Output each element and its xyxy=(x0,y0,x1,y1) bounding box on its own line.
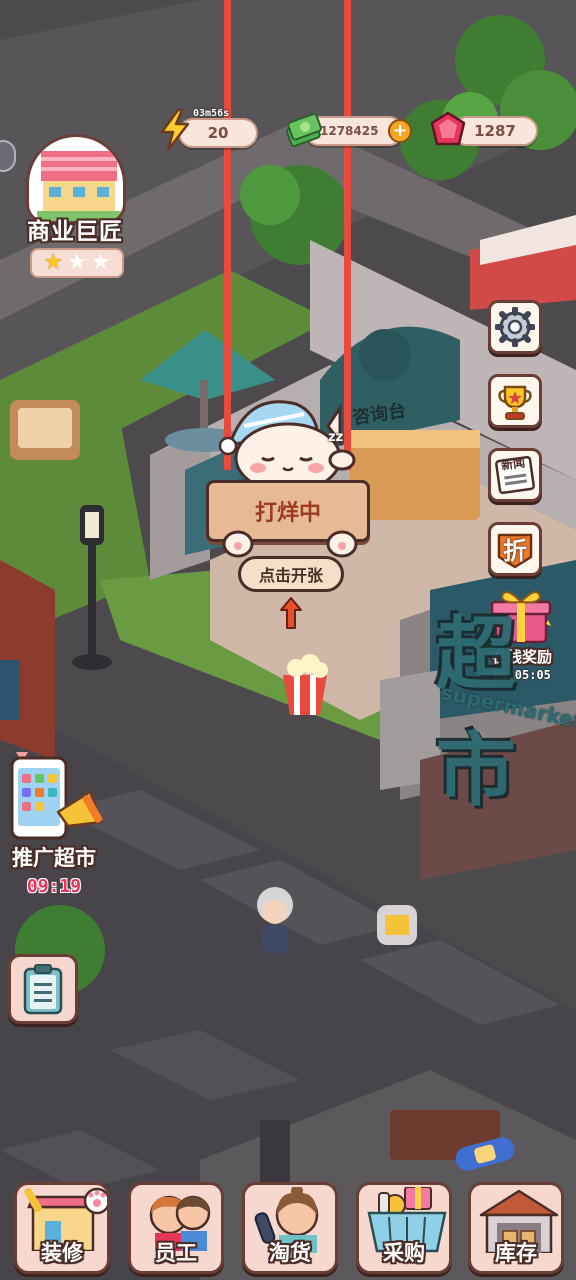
department-store-icon xyxy=(37,151,121,221)
settings-button[interactable] xyxy=(488,300,542,354)
star-rating: ★ ★ ★ xyxy=(30,248,124,278)
cash-value: 1278425 xyxy=(320,124,379,138)
promote-timer: 09:19 xyxy=(26,876,82,897)
star-filled-icon: ★ xyxy=(43,250,64,275)
bottom-nav-inventory[interactable]: 库存 xyxy=(468,1182,564,1274)
bottom-nav-decorate[interactable]: 装修 xyxy=(14,1182,110,1274)
trophy-button[interactable] xyxy=(488,374,542,428)
open-store-button[interactable]: 点击开张 xyxy=(238,556,344,592)
discount-label: 折 xyxy=(503,537,527,565)
lightning-icon xyxy=(160,108,190,152)
open-store-label: 点击开张 xyxy=(258,566,323,585)
arrow-up-icon xyxy=(280,597,302,629)
bottom-nav-scout-goods[interactable]: 淘货 xyxy=(242,1182,338,1274)
bottom-nav-staff[interactable]: 员工 xyxy=(128,1182,224,1274)
store-avatar[interactable] xyxy=(26,134,126,224)
add-cash-plus-icon[interactable]: + xyxy=(388,119,412,143)
staff-label: 员工 xyxy=(155,1241,197,1265)
gem-value: 1287 xyxy=(474,122,516,140)
task-list-button[interactable] xyxy=(8,954,78,1024)
closed-status-text: 打烊中 xyxy=(254,501,321,526)
clipboard-icon xyxy=(23,964,63,1015)
decorate-label: 装修 xyxy=(41,1241,83,1265)
promote-phone-icon[interactable] xyxy=(6,752,110,842)
inventory-label: 库存 xyxy=(495,1241,537,1265)
promote-store-label: 推广超市 xyxy=(12,846,96,870)
trophy-icon xyxy=(498,385,532,420)
cash-stack-icon xyxy=(286,112,322,148)
bottom-nav-purchase[interactable]: 采购 xyxy=(356,1182,452,1274)
star-empty-icon: ★ xyxy=(67,250,87,275)
news-label: 新闻 xyxy=(500,455,526,473)
game-scene[interactable]: 03m56s 20 1278425 + 1287 商业巨匠 ★ ★ ★ 咨询台 … xyxy=(0,0,576,1280)
profile-title: 商业巨匠 xyxy=(27,219,123,245)
gear-icon xyxy=(495,307,535,347)
energy-value: 20 xyxy=(207,124,229,142)
ruby-gem-icon xyxy=(430,111,466,146)
sleep-zz: zz xyxy=(328,430,344,445)
discount-button[interactable]: 折 xyxy=(488,522,542,576)
scout-goods-label: 淘货 xyxy=(269,1241,311,1265)
news-button[interactable]: 新闻 xyxy=(488,448,542,502)
purchase-label: 采购 xyxy=(383,1241,425,1265)
star-empty-icon: ★ xyxy=(90,250,111,275)
